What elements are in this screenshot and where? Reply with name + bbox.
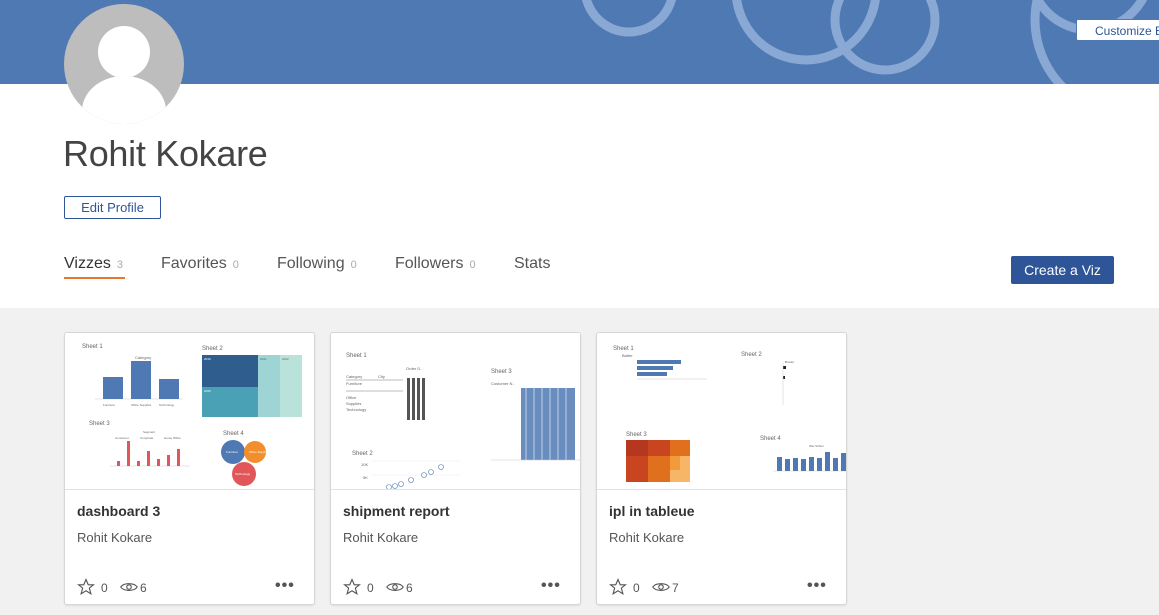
table-cell: Technology: [346, 407, 366, 412]
tab-count: 0: [469, 259, 476, 271]
profile-header: [0, 4, 1159, 308]
sheet-label: Sheet 3: [626, 432, 647, 438]
more-options-icon[interactable]: •••: [807, 577, 827, 595]
axis-label: 5K: [363, 475, 368, 480]
view-count: 7: [672, 581, 679, 595]
view-count: 6: [140, 581, 147, 595]
star-icon[interactable]: [609, 578, 627, 596]
edit-profile-button[interactable]: Edit Profile: [64, 196, 161, 219]
treemap-label: 2021: [260, 357, 267, 361]
treemap-label: 2019: [204, 357, 211, 361]
table-header: Category: [346, 374, 362, 379]
customize-banner-button[interactable]: Customize B: [1076, 19, 1159, 41]
viz-card[interactable]: Sheet 1 Category City Order D.. Furnitur…: [330, 332, 581, 605]
star-icon[interactable]: [343, 578, 361, 596]
treemap-label: 2020: [204, 389, 211, 393]
avatar-body-icon: [82, 76, 166, 124]
tab-stats[interactable]: Stats: [514, 255, 550, 273]
viz-thumbnail[interactable]: Sheet 1 Batter Sheet 2 Bowler Sheet 3 Sh…: [597, 333, 846, 490]
axis-label: Home Office: [164, 436, 181, 440]
sheet-label: Sheet 2: [202, 346, 223, 352]
viz-card[interactable]: Sheet 1 Category Furniture Office Suppli…: [64, 332, 315, 605]
eye-icon: [386, 583, 404, 591]
eye-icon: [652, 583, 670, 591]
more-options-icon[interactable]: •••: [275, 577, 295, 595]
bubble-label: Office Supplies: [249, 450, 270, 454]
tab-followers[interactable]: Followers 0: [395, 255, 476, 273]
chart-header: Category: [135, 355, 151, 360]
viz-thumbnail[interactable]: Sheet 1 Category City Order D.. Furnitur…: [331, 333, 580, 490]
avatar-head-icon: [98, 26, 150, 78]
bubble-label: Furniture: [226, 450, 238, 454]
more-options-icon[interactable]: •••: [541, 577, 561, 595]
tab-following[interactable]: Following 0: [277, 255, 357, 273]
eye-icon: [120, 583, 138, 591]
bubble-label: Technology: [235, 472, 251, 476]
profile-name: Rohit Kokare: [63, 133, 268, 174]
viz-card[interactable]: Sheet 1 Batter Sheet 2 Bowler Sheet 3 Sh…: [596, 332, 847, 605]
sheet-label: Sheet 3: [89, 421, 110, 427]
viz-title[interactable]: shipment report: [343, 503, 450, 519]
treemap-label: 2022: [282, 357, 289, 361]
table-cell: Furniture: [346, 381, 363, 386]
axis-label: Consumer: [115, 436, 129, 440]
tab-label: Followers: [395, 255, 464, 272]
viz-title[interactable]: dashboard 3: [77, 503, 160, 519]
sheet-label: Sheet 2: [352, 451, 373, 457]
axis-label: Furniture: [103, 403, 115, 407]
favorite-count: 0: [633, 581, 640, 595]
sheet-label: Sheet 1: [82, 344, 103, 350]
sheet-label: Sheet 4: [760, 436, 781, 442]
table-header: City: [378, 374, 385, 379]
favorite-count: 0: [367, 581, 374, 595]
tab-label: Following: [277, 255, 345, 272]
table-cell: Office: [346, 395, 357, 400]
viz-author[interactable]: Rohit Kokare: [77, 530, 152, 545]
sheet-label: Sheet 3: [491, 369, 512, 375]
axis-label: Corporate: [140, 436, 154, 440]
chart-header: Batter: [622, 353, 633, 358]
chart-header: Wet Striker: [809, 444, 824, 448]
table-cell: Supplies: [346, 401, 361, 406]
tab-label: Stats: [514, 255, 551, 272]
sheet-label: Sheet 4: [223, 431, 244, 437]
chart-header: Segment: [143, 430, 155, 434]
tab-count: 0: [232, 259, 239, 271]
active-tab-indicator: [64, 277, 125, 279]
axis-label: Office Supplies: [131, 403, 152, 407]
viz-author[interactable]: Rohit Kokare: [609, 530, 684, 545]
tab-label: Favorites: [161, 255, 227, 272]
sheet-label: Sheet 2: [741, 352, 762, 358]
tab-vizzes[interactable]: Vizzes 3: [64, 255, 125, 279]
chart-header: Bowler: [785, 360, 794, 364]
sheet-label: Sheet 1: [613, 346, 634, 352]
favorite-count: 0: [101, 581, 108, 595]
star-icon[interactable]: [77, 578, 95, 596]
table-header: Customer N..: [491, 381, 515, 386]
viz-author[interactable]: Rohit Kokare: [343, 530, 418, 545]
tab-count: 0: [350, 259, 357, 271]
axis-label: 10K: [361, 462, 368, 467]
viz-title[interactable]: ipl in tableue: [609, 503, 695, 519]
tab-favorites[interactable]: Favorites 0: [161, 255, 239, 273]
avatar[interactable]: [64, 4, 184, 124]
sheet-label: Sheet 1: [346, 353, 367, 359]
view-count: 6: [406, 581, 413, 595]
viz-thumbnail[interactable]: Sheet 1 Category Furniture Office Suppli…: [65, 333, 314, 490]
axis-label: Technology: [159, 403, 175, 407]
table-header: Order D..: [406, 366, 422, 371]
tab-label: Vizzes: [64, 255, 111, 272]
create-viz-button[interactable]: Create a Viz: [1011, 256, 1114, 284]
tab-count: 3: [116, 259, 123, 271]
